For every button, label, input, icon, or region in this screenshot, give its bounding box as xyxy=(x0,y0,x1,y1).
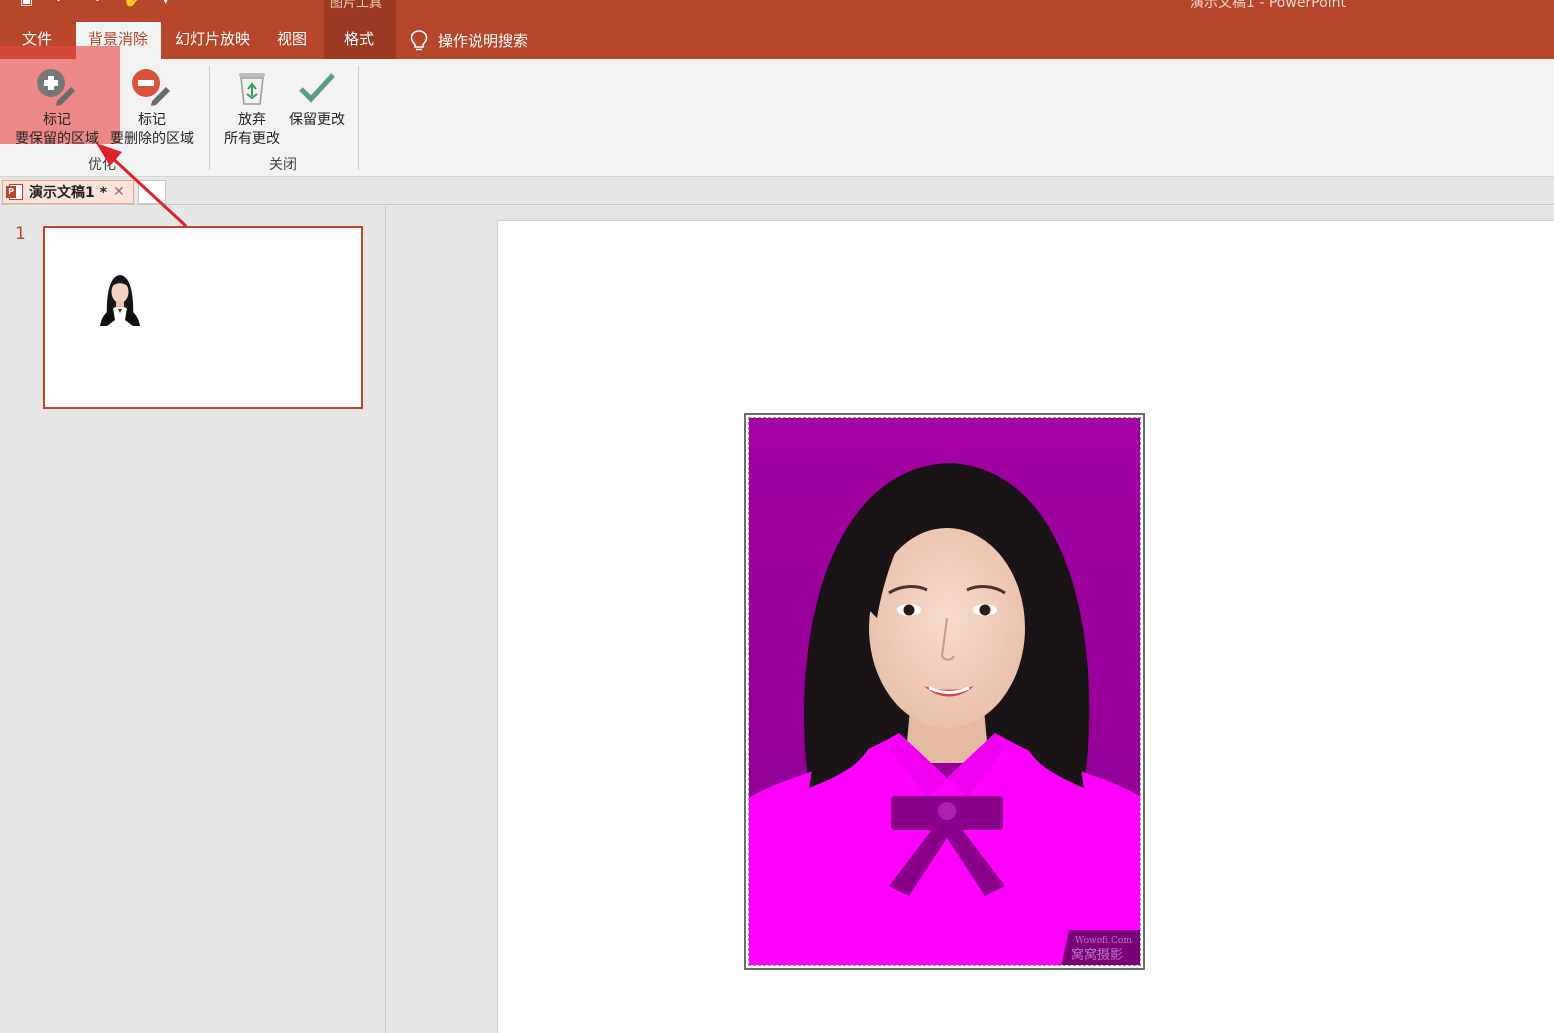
plus-pencil-icon xyxy=(37,69,75,106)
recycle-bin-icon xyxy=(239,73,265,105)
redo-icon[interactable]: ↷ xyxy=(89,0,101,8)
discard-all-changes-button[interactable]: 放弃 所有更改 xyxy=(218,59,286,149)
touch-mode-icon[interactable]: ✋ xyxy=(123,0,140,8)
tell-me-search[interactable]: 操作说明搜索 xyxy=(410,22,528,59)
mark-areas-to-keep-button[interactable]: 标记 要保留的区域 xyxy=(8,59,106,149)
tab-format[interactable]: 格式 xyxy=(332,22,386,59)
group-separator xyxy=(358,66,359,170)
search-label: 操作说明搜索 xyxy=(438,32,529,50)
powerpoint-file-icon xyxy=(6,184,23,200)
checkmark-icon xyxy=(299,73,335,103)
tab-view[interactable]: 视图 xyxy=(265,22,319,59)
new-tab-button[interactable] xyxy=(138,180,166,204)
document-tab[interactable]: 演示文稿1 * ✕ xyxy=(2,180,134,204)
group-label-close: 关闭 xyxy=(269,157,297,173)
tab-slideshow[interactable]: 幻灯片放映 xyxy=(163,22,262,59)
slide-thumbnail[interactable] xyxy=(43,226,363,409)
group-separator xyxy=(209,66,210,170)
portrait-thumbnail-image xyxy=(100,275,140,326)
lightbulb-icon xyxy=(410,29,428,50)
close-tab-icon[interactable]: ✕ xyxy=(113,184,125,200)
keep-changes-button[interactable]: 保留更改 xyxy=(284,59,350,130)
quick-access-toolbar: ▣ ↶ ↷ ✋ ▾ xyxy=(20,0,169,8)
minus-pencil-icon xyxy=(132,69,170,106)
portrait-image: Wowofi.Com 窝窝摄影 xyxy=(749,418,1140,965)
document-tab-label: 演示文稿1 * xyxy=(29,185,107,201)
slide-number: 1 xyxy=(15,224,26,244)
save-icon[interactable]: ▣ xyxy=(20,0,33,8)
undo-icon[interactable]: ↶ xyxy=(55,0,67,8)
group-label-refine: 优化 xyxy=(88,157,116,173)
customize-qat-icon[interactable]: ▾ xyxy=(162,0,169,8)
document-tab-strip xyxy=(0,177,1554,205)
window-title: 演示文稿1 - PowerPoint xyxy=(1190,0,1346,11)
watermark-line1: Wowofi.Com xyxy=(1075,936,1132,946)
context-group-label: 图片工具 xyxy=(330,0,383,11)
watermark-line2: 窝窝摄影 xyxy=(1071,947,1123,963)
mark-areas-to-remove-button[interactable]: 标记 要删除的区域 xyxy=(104,59,200,149)
picture-selection-frame[interactable]: Wowofi.Com 窝窝摄影 xyxy=(744,413,1145,970)
portrait-photo: Wowofi.Com 窝窝摄影 xyxy=(748,417,1141,966)
